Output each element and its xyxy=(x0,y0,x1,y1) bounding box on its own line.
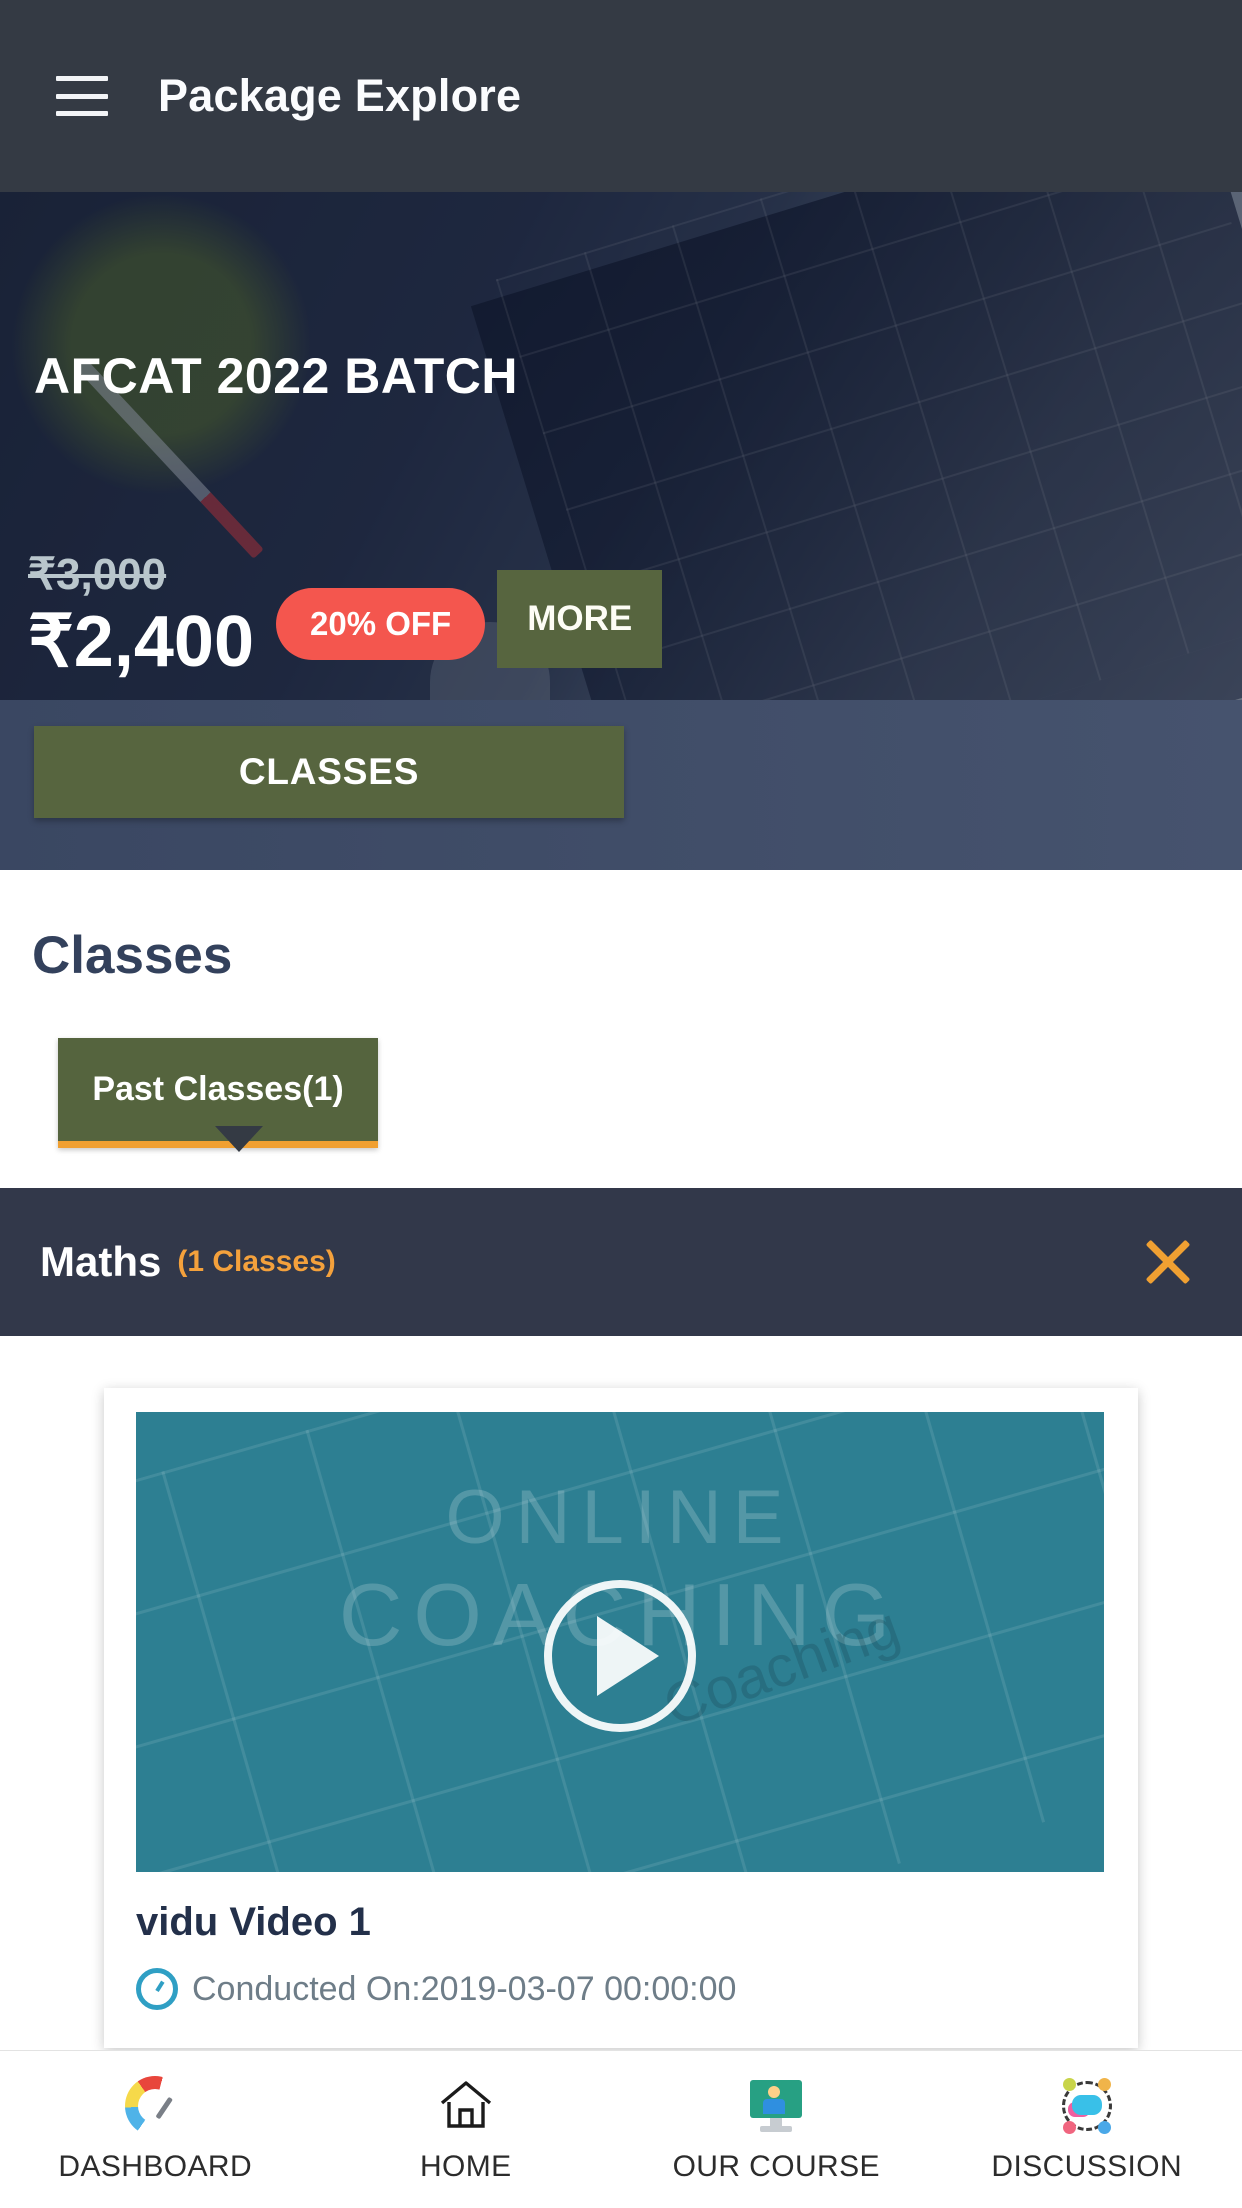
discount-badge: 20% OFF xyxy=(275,588,486,660)
classes-heading: Classes xyxy=(32,926,233,985)
our-course-monitor-icon xyxy=(746,2076,806,2136)
nav-label-home: HOME xyxy=(419,2149,512,2183)
nav-label-discussion: DISCUSSION xyxy=(991,2149,1183,2183)
tab-pointer-arrow xyxy=(215,1126,263,1152)
nav-item-discussion[interactable]: DISCUSSION xyxy=(932,2051,1242,2208)
hamburger-line xyxy=(56,93,108,99)
hamburger-line xyxy=(56,111,108,116)
price-stack: ₹3,000 ₹2,400 xyxy=(28,549,254,678)
monitor-person-head xyxy=(768,2085,781,2098)
home-icon xyxy=(436,2076,496,2136)
price-row: ₹3,000 ₹2,400 20% OFF MORE xyxy=(28,549,1242,678)
original-price: ₹3,000 xyxy=(28,550,167,599)
subject-header-maths[interactable]: Maths (1 Classes) xyxy=(0,1188,1242,1336)
thumbnail-watermark-line1: ONLINE xyxy=(445,1475,795,1560)
discussion-bubble-blue xyxy=(1071,2094,1102,2115)
classes-strip: CLASSES xyxy=(0,700,1242,870)
discussion-person-3 xyxy=(1062,2120,1076,2134)
monitor-person-body xyxy=(763,2098,786,2114)
dashboard-gauge-icon xyxy=(125,2075,186,2136)
nav-item-home[interactable]: HOME xyxy=(311,2051,622,2208)
monitor-base xyxy=(760,2125,793,2132)
app-bar: Package Explore xyxy=(0,0,1242,192)
clock-icon xyxy=(136,1968,178,2010)
play-icon[interactable] xyxy=(544,1579,696,1732)
hamburger-menu-icon[interactable] xyxy=(56,76,108,116)
discussion-person-2 xyxy=(1097,2077,1111,2091)
hamburger-line xyxy=(56,76,108,81)
discounted-price: ₹2,400 xyxy=(28,602,254,682)
package-hero-banner: AFCAT 2022 BATCH ₹3,000 ₹2,400 20% OFF M… xyxy=(0,192,1242,700)
batch-title: AFCAT 2022 BATCH xyxy=(34,348,518,404)
conducted-on-text: Conducted On:2019-03-07 00:00:00 xyxy=(192,1969,737,2008)
discussion-person-4 xyxy=(1097,2120,1111,2134)
nav-label-dashboard: DASHBOARD xyxy=(58,2149,253,2183)
nav-item-our-course[interactable]: OUR COURSE xyxy=(621,2051,932,2208)
discussion-person-1 xyxy=(1062,2077,1076,2091)
subject-name: Maths xyxy=(40,1238,162,1285)
close-x-icon[interactable] xyxy=(1140,1234,1196,1290)
nav-item-dashboard[interactable]: DASHBOARD xyxy=(0,2051,311,2208)
video-title: vidu Video 1 xyxy=(136,1900,371,1944)
video-thumbnail[interactable]: ONLINE COACHING Coaching xyxy=(136,1412,1104,1872)
bottom-navigation: DASHBOARD HOME OUR COURSE DISCUSSION xyxy=(0,2050,1242,2208)
page-title: Package Explore xyxy=(158,70,522,121)
classes-button[interactable]: CLASSES xyxy=(34,726,624,818)
subject-class-count: (1 Classes) xyxy=(177,1245,336,1278)
video-conducted-on: Conducted On:2019-03-07 00:00:00 xyxy=(136,1968,736,2010)
class-video-card[interactable]: ONLINE COACHING Coaching vidu Video 1 Co… xyxy=(104,1388,1138,2048)
more-button[interactable]: MORE xyxy=(497,570,663,668)
play-triangle xyxy=(597,1615,659,1696)
discussion-people-icon xyxy=(1057,2076,1117,2136)
nav-label-our-course: OUR COURSE xyxy=(672,2149,880,2183)
